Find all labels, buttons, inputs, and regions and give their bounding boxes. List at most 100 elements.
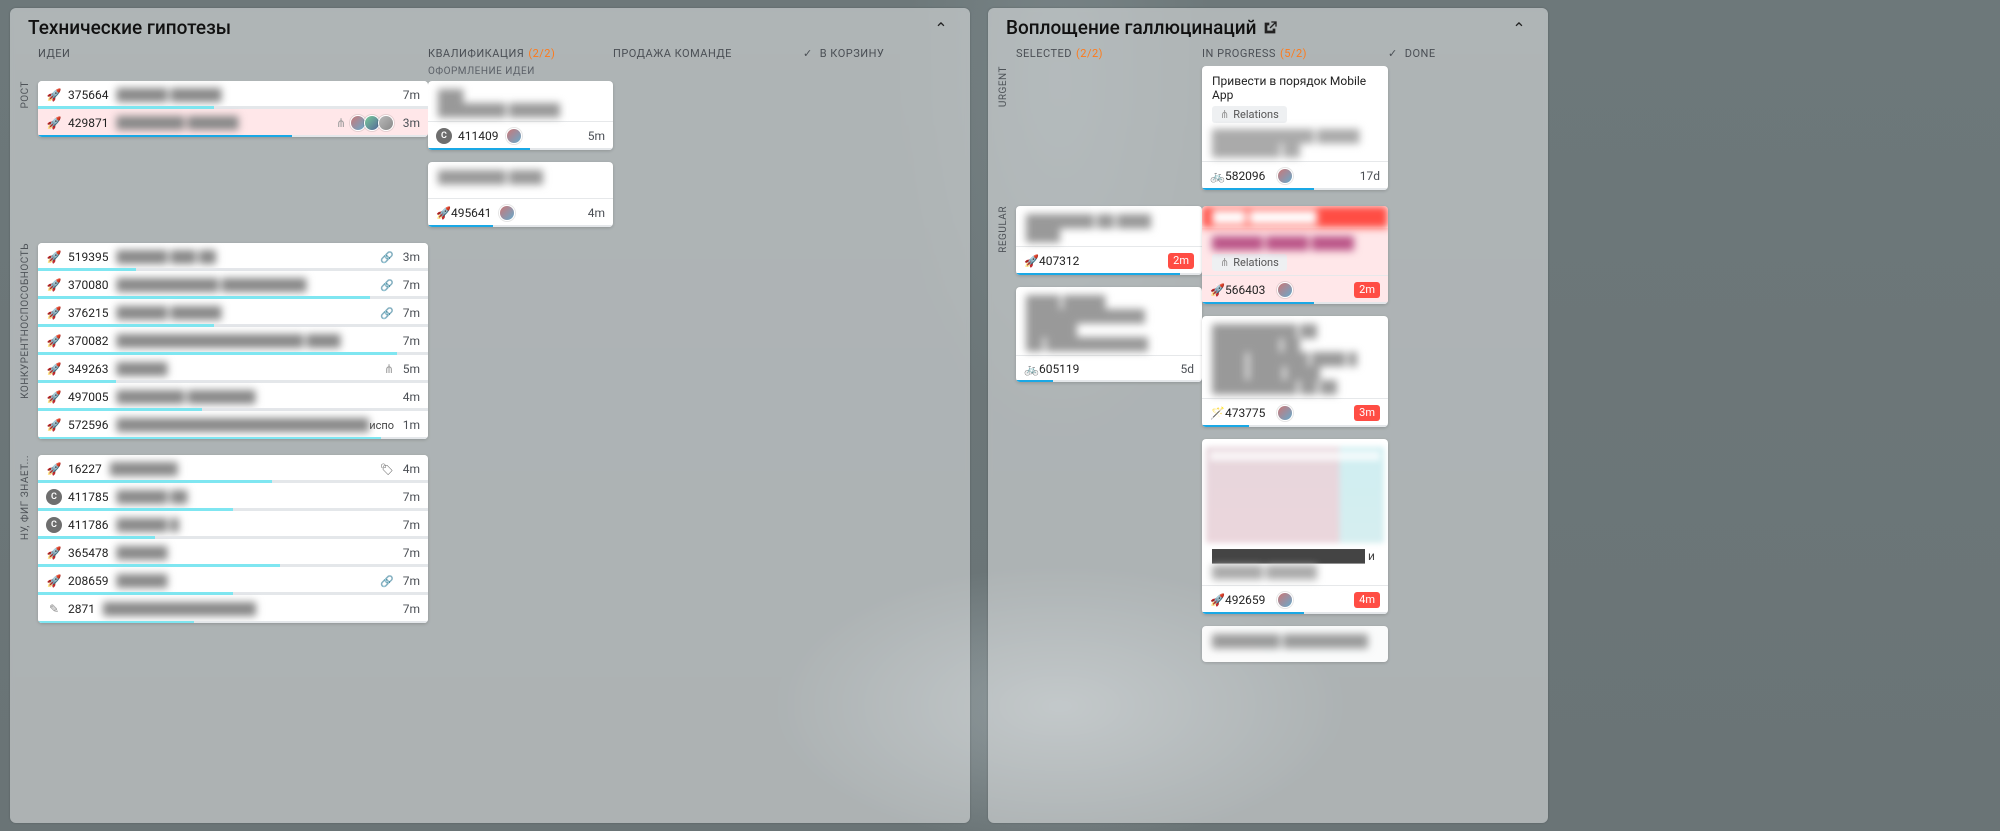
task-note: испо bbox=[369, 419, 394, 432]
task-card[interactable]: ████ ████████ ██████ █████ █████ Relatio… bbox=[1202, 206, 1388, 304]
task-row[interactable]: 497005 ████████ ████████ 4m bbox=[38, 383, 428, 411]
avatar bbox=[1277, 405, 1293, 421]
subtasks-icon bbox=[1220, 108, 1229, 121]
task-row[interactable]: 375664 ██████ ██████ 7m bbox=[38, 81, 428, 109]
task-row[interactable]: 376215 ██████ ██████ 7m bbox=[38, 299, 428, 327]
task-title-blurred: ██████ bbox=[116, 574, 380, 588]
task-card[interactable]: ████████ ██████████ bbox=[1202, 626, 1388, 662]
task-row[interactable]: 349263 ██████ 5m bbox=[38, 355, 428, 383]
task-title-blurred: ██████ ██████ bbox=[116, 306, 380, 320]
column-header-inprogress: IN PROGRESS (5/2) bbox=[1202, 47, 1388, 60]
open-external-button[interactable] bbox=[1262, 20, 1278, 36]
task-title-blurred: ████████ ██████ bbox=[116, 116, 335, 130]
task-id: 208659 bbox=[68, 574, 108, 588]
task-id: 495641 bbox=[451, 206, 491, 220]
task-age: 7m bbox=[398, 278, 420, 292]
swimlane-label: РОСТ bbox=[20, 81, 38, 115]
task-title-blurred: ████████ ██ ████████ bbox=[1016, 206, 1202, 246]
column-header-selected: SELECTED (2/2) bbox=[1016, 47, 1202, 60]
subtasks-icon bbox=[1220, 256, 1229, 269]
task-id: 407312 bbox=[1039, 254, 1079, 268]
task-age: 7m bbox=[398, 546, 420, 560]
task-card[interactable]: ██████████████████ и ██████ ██████ 49265… bbox=[1202, 439, 1388, 614]
column-header-ideas: ИДЕИ bbox=[38, 47, 428, 60]
task-age: 7m bbox=[398, 490, 420, 504]
board-tech-hypotheses: Технические гипотезы ИДЕИ КВАЛИФИКАЦИЯ (… bbox=[10, 8, 970, 823]
task-age: 17d bbox=[1358, 169, 1380, 183]
rocket-icon bbox=[46, 305, 62, 321]
task-row[interactable]: 370082 ██████████████████████ ████ 7m bbox=[38, 327, 428, 355]
task-row[interactable]: C 411785 ██████ ██ 7m bbox=[38, 483, 428, 511]
swimlane-label: REGULAR bbox=[998, 206, 1016, 259]
task-title-blurred: ████ ████████ bbox=[1202, 206, 1388, 228]
relations-chip[interactable]: Relations bbox=[1212, 106, 1287, 123]
task-row[interactable]: 429871 ████████ ██████ 3m bbox=[38, 109, 428, 137]
task-card[interactable]: ██████████ ██ ████████ ██████ ███████ ██… bbox=[1202, 316, 1388, 427]
task-id: 582096 bbox=[1225, 169, 1265, 183]
wand-icon bbox=[1210, 406, 1225, 420]
rocket-icon bbox=[46, 87, 62, 103]
task-id: 411409 bbox=[458, 129, 498, 143]
task-age: 7m bbox=[398, 306, 420, 320]
task-title-blurred: ██████████████████ bbox=[103, 602, 398, 616]
task-age: 4m bbox=[583, 206, 605, 220]
task-title: Привести в порядок Mobile App bbox=[1212, 74, 1366, 102]
task-age: 5d bbox=[1172, 362, 1194, 376]
task-age: 4m bbox=[398, 462, 420, 476]
rocket-icon bbox=[46, 333, 62, 349]
task-thumbnail bbox=[1206, 447, 1384, 543]
board-title: Технические гипотезы bbox=[28, 16, 231, 39]
task-id: 411785 bbox=[68, 490, 108, 504]
subheader-idea-design: ОФОРМЛЕНИЕ ИДЕИ bbox=[10, 66, 970, 81]
task-id: 566403 bbox=[1225, 283, 1265, 297]
avatar bbox=[1277, 168, 1293, 184]
task-row[interactable]: 519395 ██████ ███ ██ 3m bbox=[38, 243, 428, 271]
rocket-icon bbox=[1024, 254, 1039, 268]
rocket-icon bbox=[46, 361, 62, 377]
column-ratio: (2/2) bbox=[528, 47, 555, 60]
task-card[interactable]: ████████ ██ ████████ 407312 2m bbox=[1016, 206, 1202, 275]
relations-chip[interactable]: Relations bbox=[1212, 254, 1287, 271]
rocket-icon bbox=[46, 417, 62, 433]
board-collapse-button[interactable] bbox=[1508, 17, 1530, 39]
task-card[interactable]: ████████ ████ 495641 4m bbox=[428, 162, 613, 227]
board-collapse-button[interactable] bbox=[930, 17, 952, 39]
task-row[interactable]: 208659 ██████ 7m bbox=[38, 567, 428, 595]
task-id: 411786 bbox=[68, 518, 108, 532]
task-title-blurred: ██████████ ██ ████████ ██████ ███████ ██… bbox=[1202, 316, 1388, 398]
task-age: 5m bbox=[583, 129, 605, 143]
task-card[interactable]: ███████████ ██████ C 411409 5m bbox=[428, 81, 613, 150]
rocket-icon bbox=[46, 277, 62, 293]
link-icon bbox=[380, 574, 394, 588]
task-row[interactable]: 370080 ████████████ ██████████ 7m bbox=[38, 271, 428, 299]
column-header-to-bin: В КОРЗИНУ bbox=[803, 47, 970, 60]
bike-icon bbox=[1210, 169, 1225, 183]
swimlane-label: НУ, ФИГ ЗНАЕТ... bbox=[20, 455, 38, 546]
age-badge: 3m bbox=[1354, 405, 1380, 421]
task-age: 7m bbox=[398, 518, 420, 532]
task-desc-blurred: ████████████ █████ ████████ ██ bbox=[1212, 129, 1378, 157]
task-id: 16227 bbox=[68, 462, 102, 476]
task-title-blurred: ██████ bbox=[116, 546, 398, 560]
swimlane-misc: НУ, ФИГ ЗНАЕТ... 16227 ████████ 4m bbox=[20, 455, 960, 623]
swimlane-urgent: URGENT Привести в порядок Mobile App Rel… bbox=[998, 66, 1538, 190]
task-row[interactable]: 365478 ██████ 7m bbox=[38, 539, 428, 567]
task-title-blurred: ████████ bbox=[110, 462, 380, 476]
task-title-blurred: ██████ ███ ██ bbox=[116, 250, 380, 264]
task-title-blurred: ██████ ██████ bbox=[116, 88, 398, 102]
task-card[interactable]: ████ ███████████████████ ████████ ██████… bbox=[1016, 287, 1202, 382]
external-link-icon bbox=[1262, 20, 1278, 36]
avatar bbox=[506, 128, 522, 144]
bike-icon bbox=[1024, 362, 1039, 376]
task-row[interactable]: 16227 ████████ 4m bbox=[38, 455, 428, 483]
task-row[interactable]: 2871 ██████████████████ 7m bbox=[38, 595, 428, 623]
task-card[interactable]: Привести в порядок Mobile App Relations … bbox=[1202, 66, 1388, 190]
swimlane-label: URGENT bbox=[998, 66, 1016, 113]
task-age: 7m bbox=[398, 88, 420, 102]
task-age: 1m bbox=[398, 418, 420, 432]
task-row[interactable]: 572596 ██████████████████████████████ ис… bbox=[38, 411, 428, 439]
task-id: 365478 bbox=[68, 546, 108, 560]
type-badge-c: C bbox=[46, 489, 62, 505]
task-row[interactable]: C 411786 ██████ █ 7m bbox=[38, 511, 428, 539]
link-icon bbox=[380, 306, 394, 320]
